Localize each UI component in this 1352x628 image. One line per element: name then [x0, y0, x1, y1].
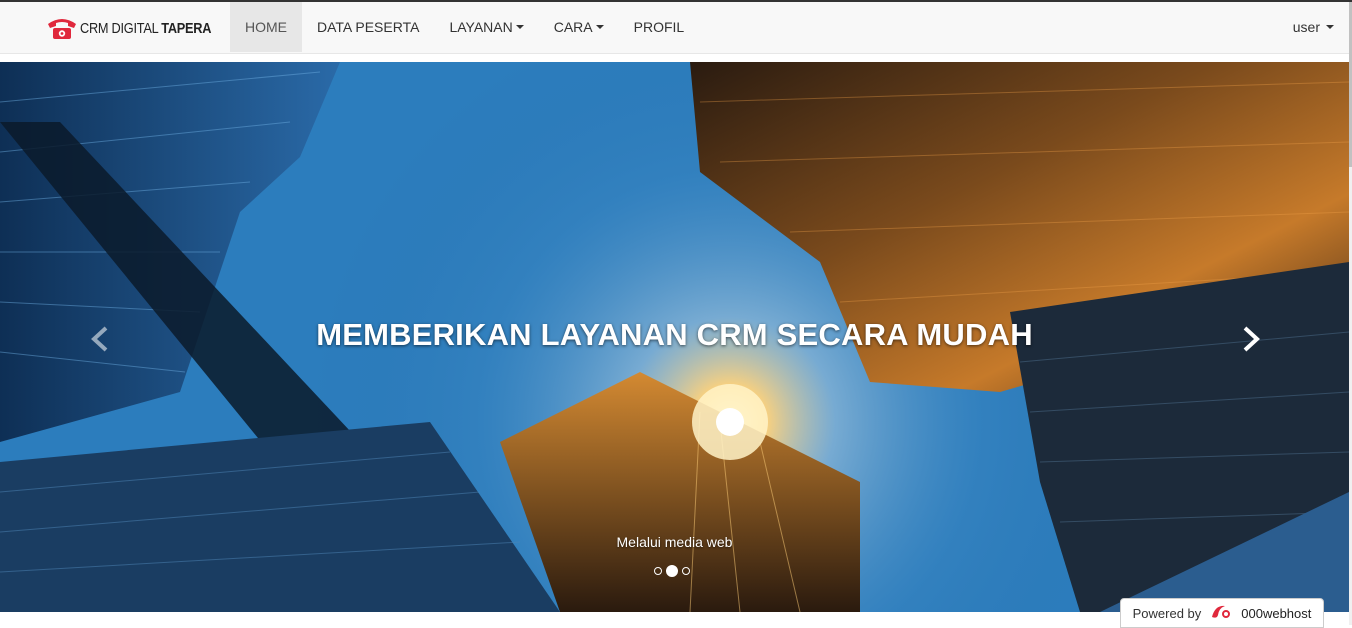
- host-logo-icon: [1209, 603, 1233, 624]
- carousel-next-button[interactable]: [1235, 324, 1265, 354]
- brand-text: CRM DIGITAL TAPERA: [80, 19, 212, 37]
- carousel-prev-button[interactable]: [86, 324, 116, 354]
- powered-label: Powered by: [1132, 605, 1202, 621]
- carousel-title: MEMBERIKAN LAYANAN CRM SECARA MUDAH: [316, 317, 1033, 352]
- carousel-subtitle: Melalui media web: [616, 534, 733, 550]
- user-label: user: [1292, 19, 1320, 35]
- caret-down-icon: [595, 25, 604, 29]
- carousel-indicators: [654, 565, 690, 577]
- main-nav: HOME DATA PESERTA LAYANAN CARA PROFIL: [230, 2, 699, 52]
- nav-item-profil[interactable]: PROFIL: [619, 2, 700, 52]
- carousel-indicator-2[interactable]: [666, 565, 678, 577]
- telephone-icon: [46, 16, 78, 40]
- caret-down-icon: [515, 25, 524, 29]
- carousel-indicator-1[interactable]: [654, 567, 662, 575]
- host-name: 000webhost: [1241, 605, 1312, 621]
- navbar: CRM DIGITAL TAPERA HOME DATA PESERTA LAY…: [0, 2, 1352, 54]
- caret-down-icon: [1326, 25, 1334, 29]
- nav-item-data-peserta[interactable]: DATA PESERTA: [302, 2, 434, 52]
- brand-logo[interactable]: CRM DIGITAL TAPERA: [46, 14, 234, 42]
- chevron-left-icon: [91, 326, 108, 352]
- powered-by-badge[interactable]: Powered by 000webhost: [1120, 598, 1324, 628]
- carousel-indicator-3[interactable]: [682, 567, 690, 575]
- nav-item-layanan[interactable]: LAYANAN: [434, 2, 538, 52]
- chevron-right-icon: [1243, 326, 1260, 352]
- nav-item-home[interactable]: HOME: [230, 2, 302, 52]
- user-menu[interactable]: user: [1293, 2, 1334, 52]
- nav-item-cara[interactable]: CARA: [539, 2, 619, 52]
- hero-carousel: MEMBERIKAN LAYANAN CRM SECARA MUDAH Mela…: [0, 62, 1349, 612]
